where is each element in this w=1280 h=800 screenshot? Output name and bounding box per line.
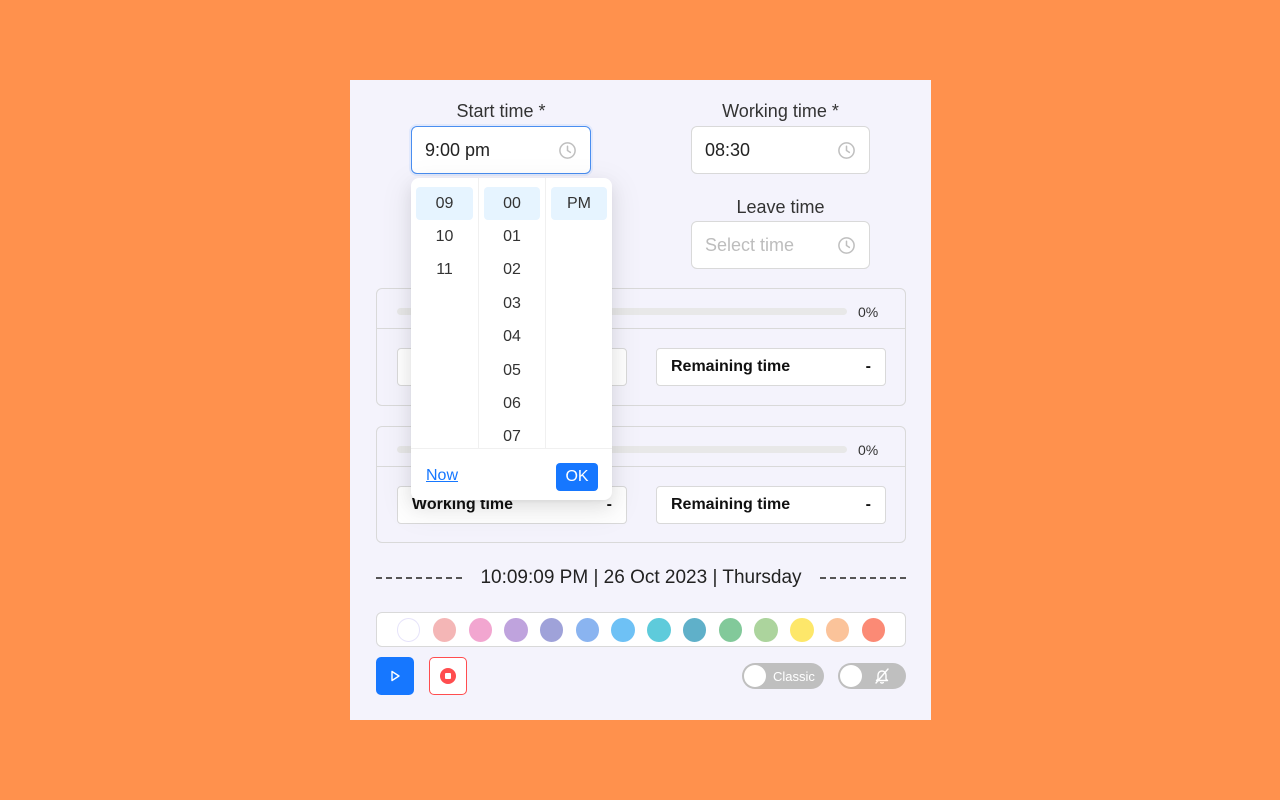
stop-button[interactable] [429,657,467,695]
color-swatch[interactable] [754,617,778,642]
play-icon [391,670,400,682]
divider-left [376,577,462,579]
progress-percent: 0% [858,304,879,320]
remaining-time-value: - [865,496,871,513]
color-swatch[interactable] [432,617,457,642]
classic-toggle-label: Classic [773,668,815,684]
minute-option[interactable]: 00 [484,187,540,221]
minute-option[interactable]: 02 [484,254,540,287]
minute-option[interactable]: 04 [484,321,540,354]
color-swatch[interactable] [647,617,671,642]
working-time-value: 08:30 [705,139,751,160]
remaining-time-value: - [865,358,871,375]
leave-time-label: Leave time [736,197,825,217]
leave-time-placeholder: Select time [705,234,795,255]
color-swatch[interactable] [682,617,707,642]
divider-right [819,577,906,579]
color-swatch[interactable] [504,617,528,642]
color-swatch[interactable] [825,617,850,642]
color-swatch[interactable] [575,617,600,642]
remaining-time-box: Remaining time - [656,486,886,524]
color-swatch[interactable] [718,617,743,642]
period-column[interactable]: PM [546,178,612,448]
period-option[interactable]: PM [551,187,607,221]
hour-option[interactable]: 11 [416,254,473,287]
current-datetime-row: 10:09:09 PM | 26 Oct 2023 | Thursday [376,566,906,590]
minute-option[interactable]: 06 [484,387,540,420]
progress-percent: 0% [858,442,879,458]
toggle-knob [744,665,766,687]
color-palette [376,612,906,647]
hour-column[interactable]: 09 10 11 [411,178,479,448]
clock-icon [559,141,576,159]
bell-slash-icon [875,668,889,684]
start-time-input[interactable]: 9:00 pm [411,126,591,174]
minute-column[interactable]: 00 01 02 03 04 05 06 07 [479,178,546,448]
remaining-time-label: Remaining time [671,358,791,375]
working-time-input[interactable]: 08:30 [691,126,870,174]
remaining-time-label: Remaining time [671,496,791,513]
minute-option[interactable]: 05 [484,354,540,387]
now-link[interactable]: Now [426,467,458,485]
sound-toggle[interactable] [838,663,906,689]
current-datetime: 10:09:09 PM | 26 Oct 2023 | Thursday [480,567,802,588]
play-button[interactable] [376,657,414,695]
clock-icon [838,141,855,159]
time-picker-dropdown: 09 10 11 00 01 02 03 04 05 06 07 PM Now OK [411,178,612,500]
leave-time-input[interactable]: Select time [691,221,870,269]
color-swatch[interactable] [397,617,421,642]
hour-option[interactable]: 10 [416,220,473,253]
color-swatch[interactable] [611,617,635,642]
start-time-label: Start time * [456,101,546,121]
color-swatch[interactable] [861,617,886,642]
classic-toggle[interactable]: Classic [742,663,824,689]
color-swatch[interactable] [790,617,814,642]
remaining-time-box: Remaining time - [656,348,886,386]
minute-option[interactable]: 01 [484,220,540,253]
color-swatch[interactable] [539,617,564,642]
working-time-label: Working time * [722,101,839,121]
stop-record-icon [440,668,456,684]
minute-option[interactable]: 03 [484,287,540,320]
time-picker-footer: Now OK [411,448,612,500]
hour-option[interactable]: 09 [416,187,473,221]
clock-icon [838,236,855,254]
toggle-knob [840,665,862,687]
ok-button[interactable]: OK [556,463,598,491]
time-picker-columns: 09 10 11 00 01 02 03 04 05 06 07 PM [411,178,612,448]
start-time-value: 9:00 pm [425,139,491,160]
color-swatch[interactable] [468,617,492,642]
